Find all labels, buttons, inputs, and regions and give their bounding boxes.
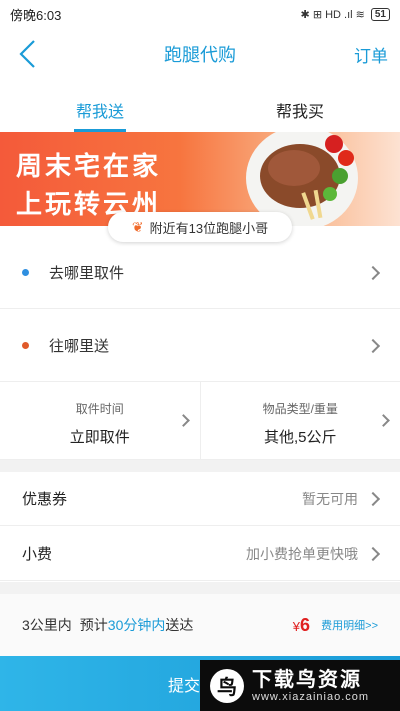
signal-icons: ✱ ⊞ HD .ıl ≋ <box>300 8 365 21</box>
watermark-url: www.xiazainiao.com <box>252 690 370 703</box>
price: ¥6 <box>293 615 310 636</box>
orders-link[interactable]: 订单 <box>354 42 388 67</box>
section-divider <box>0 460 400 472</box>
tab-send-for-me[interactable]: 帮我送 <box>0 86 200 132</box>
pickup-time-label: 取件时间 <box>75 402 124 416</box>
delivery-summary: 3公里内 预计 30分钟内 送达 ¥6 费用明细>> <box>0 594 400 656</box>
chevron-right-icon <box>365 491 381 506</box>
fee-detail-link[interactable]: 费用明细>> <box>321 617 378 633</box>
price-currency: ¥ <box>292 618 300 634</box>
chevron-right-icon <box>365 338 381 353</box>
bird-logo-icon: 鸟 <box>210 668 244 703</box>
page-title: 跑腿代购 <box>164 45 236 65</box>
nav-bar: 跑腿代购 订单 <box>0 28 400 80</box>
tip-row[interactable]: 小费 加小费抢单更快哦 <box>0 527 400 581</box>
section-divider <box>0 582 400 594</box>
watermark-title: 下载鸟资源 <box>252 668 362 691</box>
price-value: 6 <box>299 614 310 635</box>
status-bar: 傍晚6:03 ✱ ⊞ HD .ıl ≋ 51 <box>0 0 400 28</box>
status-indicators: ✱ ⊞ HD .ıl ≋ 51 <box>300 7 390 21</box>
banner-line-1: 周末宅在家 <box>16 151 162 181</box>
tip-value: 加小费抢单更快哦 <box>246 545 358 562</box>
item-type-value: 其他,5公斤 <box>263 429 337 446</box>
distance-text: 3公里内 <box>22 617 72 633</box>
delivery-dot-icon <box>22 342 29 349</box>
chevron-right-icon <box>365 546 381 561</box>
nearby-runners-text: 附近有13位跑腿小哥 <box>149 220 269 236</box>
pickup-time-cell[interactable]: 取件时间 立即取件 <box>0 382 200 459</box>
battery-icon: 51 <box>370 7 390 21</box>
tab-buy-for-me[interactable]: 帮我买 <box>200 86 400 132</box>
estimate-suffix: 送达 <box>165 617 194 633</box>
watermark: 鸟 下载鸟资源 www.xiazainiao.com <box>200 660 400 711</box>
item-type-cell[interactable]: 物品类型/重量 其他,5公斤 <box>199 382 400 459</box>
pickup-dot-icon <box>22 269 29 276</box>
runner-icon: ❦ <box>131 218 144 235</box>
coupon-row[interactable]: 优惠券 暂无可用 <box>0 472 400 526</box>
tab-bar: 帮我送 帮我买 <box>0 86 400 132</box>
item-type-label: 物品类型/重量 <box>262 402 338 416</box>
coupon-value: 暂无可用 <box>302 490 358 507</box>
submit-label: 提交 <box>168 677 201 695</box>
status-time: 傍晚6:03 <box>10 7 62 23</box>
tip-label: 小费 <box>22 546 53 563</box>
back-chevron-icon[interactable] <box>14 38 42 70</box>
coupon-label: 优惠券 <box>22 491 68 508</box>
delivery-address-row[interactable]: 往哪里送 <box>0 310 400 382</box>
pickup-address-label: 去哪里取件 <box>49 265 125 282</box>
order-info-row: 取件时间 立即取件 物品类型/重量 其他,5公斤 <box>0 382 400 460</box>
delivery-address-label: 往哪里送 <box>49 338 110 355</box>
pickup-address-row[interactable]: 去哪里取件 <box>0 237 400 309</box>
chevron-right-icon <box>365 265 381 280</box>
estimate-time: 30分钟内 <box>107 617 166 633</box>
pickup-time-value: 立即取件 <box>69 429 130 446</box>
estimate-prefix: 预计 <box>79 617 108 633</box>
